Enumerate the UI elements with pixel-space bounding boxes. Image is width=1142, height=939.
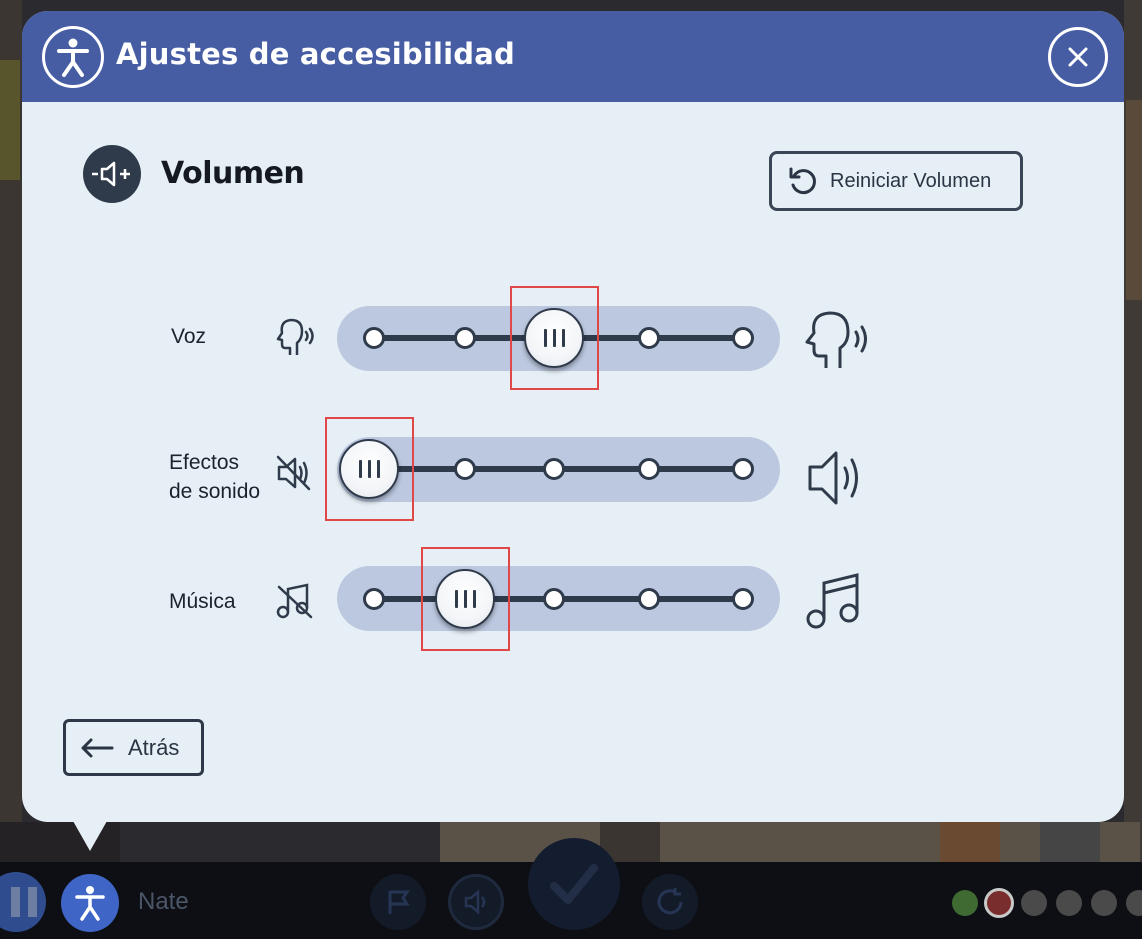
sound-effects-label-line1: Efectos (169, 451, 240, 474)
sound-effects-slider-step[interactable] (543, 458, 565, 480)
music-slider-handle[interactable] (435, 569, 495, 629)
music-muted-icon (273, 579, 317, 623)
accessibility-dialog: Ajustes de accesibilidad Volumen Reinici… (22, 11, 1124, 822)
music-note-icon (802, 569, 866, 633)
sound-effects-label-line2: de sonido (169, 480, 261, 503)
reset-volume-label: Reiniciar Volumen (830, 169, 992, 192)
back-button[interactable]: Atrás (63, 719, 204, 776)
grip-lines-icon (454, 590, 476, 608)
voice-slider-step[interactable] (454, 327, 476, 349)
accessibility-icon (42, 26, 104, 88)
voice-label: Voz (171, 325, 207, 348)
back-label: Atrás (128, 734, 180, 760)
pause-icon (11, 887, 37, 917)
dialog-header: Ajustes de accesibilidad (22, 11, 1124, 102)
grip-lines-icon (543, 329, 565, 347)
reset-volume-button[interactable]: Reiniciar Volumen (769, 151, 1023, 211)
accessibility-icon (75, 886, 105, 921)
section-title: Volumen (161, 156, 305, 191)
flag-icon (388, 890, 410, 914)
dialog-pointer (73, 821, 107, 851)
voice-slider-handle[interactable] (524, 308, 584, 368)
sound-effects-label: Efectos de sonido (169, 448, 260, 506)
undo-icon (786, 164, 820, 198)
sound-effects-slider-step[interactable] (732, 458, 754, 480)
music-slider-step[interactable] (732, 588, 754, 610)
volume-section-icon (83, 145, 141, 203)
head-speaking-icon (802, 308, 880, 372)
music-slider-step[interactable] (363, 588, 385, 610)
grip-lines-icon (358, 460, 380, 478)
progress-dot (952, 890, 978, 916)
refresh-icon (657, 888, 683, 915)
progress-dot (1056, 890, 1082, 916)
sound-effects-slider-step[interactable] (454, 458, 476, 480)
voice-slider-step[interactable] (638, 327, 660, 349)
head-speaking-small-icon (272, 315, 318, 361)
progress-dot (984, 888, 1014, 918)
close-button[interactable] (1048, 27, 1108, 87)
voice-slider-step[interactable] (363, 327, 385, 349)
music-slider-step[interactable] (638, 588, 660, 610)
progress-dot (1091, 890, 1117, 916)
submit-button[interactable] (528, 838, 620, 930)
sound-effects-slider-handle[interactable] (339, 439, 399, 499)
reset-button[interactable] (642, 874, 698, 930)
dialog-title: Ajustes de accesibilidad (116, 37, 515, 71)
voice-slider-step[interactable] (732, 327, 754, 349)
accessibility-button[interactable] (61, 874, 119, 932)
speaker-muted-icon (273, 451, 317, 495)
close-icon (1068, 47, 1088, 67)
replay-audio-button[interactable] (448, 874, 504, 930)
music-label: Música (169, 590, 236, 613)
arrow-left-icon (80, 738, 114, 758)
flag-button[interactable] (370, 874, 426, 930)
speaker-loud-icon (802, 445, 872, 511)
progress-dot (1021, 890, 1047, 916)
sound-effects-slider-step[interactable] (638, 458, 660, 480)
speaker-icon (464, 889, 486, 915)
player-name: Nate (138, 888, 189, 915)
checkmark-icon (550, 864, 598, 904)
music-slider-step[interactable] (543, 588, 565, 610)
